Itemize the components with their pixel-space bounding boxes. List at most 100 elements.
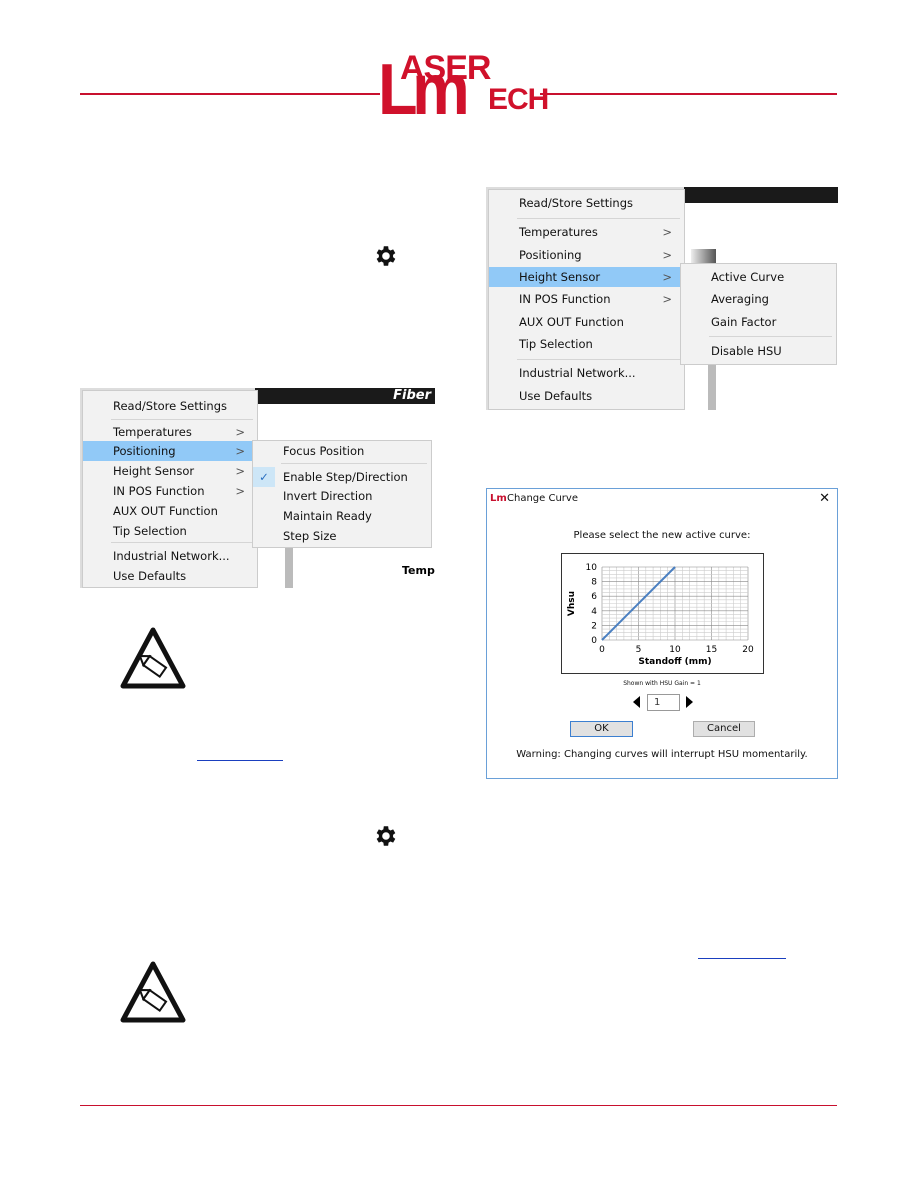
menu-item[interactable]: Industrial Network... [83,546,257,566]
x-tick-label: 15 [706,645,717,655]
menu-divider [517,359,680,360]
menu-divider [517,218,680,219]
menu-item-label: Step Size [283,529,337,543]
y-tick-label: 0 [591,636,597,646]
warning-pencil-icon [120,627,186,689]
menu-item-label: Maintain Ready [283,509,372,523]
menu-item[interactable]: IN POS Function > [83,481,257,501]
logo-top-text: ASER [400,49,491,87]
chevron-right-icon: > [235,425,245,439]
gear-icon [376,826,396,846]
menu-divider [709,336,832,337]
header-rule-left [80,93,380,95]
y-tick-label: 4 [591,607,597,617]
laser-mech-logo: Lm ASER ECH [378,49,549,138]
menu-item[interactable]: Invert Direction [253,486,431,506]
menu-item[interactable]: AUX OUT Function [83,501,257,521]
chevron-right-icon: > [662,225,672,239]
menu-item-label: Positioning [113,444,176,458]
menu-item-label: Temperatures [113,425,192,439]
menu-item[interactable]: Active Curve [681,267,836,287]
menu-divider [111,419,253,420]
menu-item[interactable]: Gain Factor [681,312,836,332]
y-tick-label: 8 [591,578,597,588]
menu-item-label: Use Defaults [113,569,187,583]
dialog-title: Change Curve [507,493,578,504]
hyperlink-underline[interactable] [197,760,283,761]
positioning-submenu: Focus Position Enable Step/Direction ✓ Inve… [252,440,432,548]
menu-item[interactable]: Use Defaults [489,386,684,406]
menu-item-label: Industrial Network... [519,366,636,380]
menu-item-label: AUX OUT Function [519,315,624,329]
height-sensor-submenu: Active Curve Averaging Gain Factor Disable … [680,263,837,365]
menu-item-label: Industrial Network... [113,549,230,563]
header-rule-right [540,93,837,95]
chevron-right-icon: > [235,464,245,478]
menu-item[interactable]: Step Size [253,526,431,546]
menu-item[interactable]: Positioning > [489,245,684,265]
menu-item[interactable]: Read/Store Settings [83,396,257,416]
chevron-right-icon: > [662,270,672,284]
menu-item[interactable]: Height Sensor > [83,461,257,481]
menu-item-label: Use Defaults [519,389,593,403]
chevron-right-icon: > [235,484,245,498]
menu-item[interactable]: Height Sensor > [489,267,684,287]
x-tick-label: 0 [599,645,605,655]
menu-item[interactable]: Tip Selection [83,521,257,541]
menu-item-label: Gain Factor [711,315,777,329]
menu-item-label: Enable Step/Direction [283,470,408,484]
chevron-right-icon: > [235,444,245,458]
menu-item[interactable]: Positioning > [83,441,257,461]
menu-item-label: Tip Selection [113,524,187,538]
menu-item[interactable]: Temperatures > [83,422,257,442]
gain-caption: Shown with HSU Gain = 1 [623,680,701,687]
menu-item[interactable]: Averaging [681,289,836,309]
y-tick-label: 2 [591,621,597,631]
menu-item[interactable]: Use Defaults [83,566,257,586]
menu-item[interactable]: AUX OUT Function [489,312,684,332]
menu-item-label: Read/Store Settings [519,196,633,210]
x-tick-label: 5 [636,645,642,655]
curve-chart: 0 5 10 15 20 0 2 4 6 8 10 Standoff (mm) Vhsu [561,553,764,674]
cancel-button[interactable]: Cancel [693,721,755,737]
menu-item[interactable]: Temperatures > [489,222,684,242]
menu-item[interactable]: Tip Selection [489,334,684,354]
height-sensor-menu-screenshot: Read/Store Settings Temperatures > Position… [486,187,838,410]
x-tick-label: 20 [742,645,754,655]
curve-number-field[interactable]: 1 [647,694,680,711]
positioning-menu-screenshot: Fiber Temp Read/Store Settings Temperatur… [80,388,435,588]
prev-curve-button[interactable] [633,696,640,708]
ok-button[interactable]: OK [570,721,633,737]
checkmark-icon: ✓ [253,467,275,487]
close-button[interactable]: ✕ [819,491,830,506]
menu-item-label: Height Sensor [519,270,601,284]
menu-item[interactable]: Focus Position [253,441,431,461]
menu-item-label: Averaging [711,292,769,306]
menu-item[interactable]: Disable HSU [681,341,836,361]
chevron-right-icon: > [662,292,672,306]
hyperlink-underline[interactable] [698,958,786,959]
menu-item[interactable]: Industrial Network... [489,363,684,383]
footer-rule [80,1105,837,1106]
context-menu: Read/Store Settings Temperatures > Position… [488,189,685,410]
menu-divider [281,463,427,464]
gear-icon [376,246,396,266]
app-header-bar: Fiber [255,388,435,404]
menu-item[interactable]: Enable Step/Direction ✓ [253,467,431,487]
next-curve-button[interactable] [686,696,693,708]
menu-item-label: Height Sensor [113,464,195,478]
menu-item-label: IN POS Function [113,484,205,498]
chevron-right-icon: > [662,248,672,262]
logo-bottom-text: ECH [488,83,549,116]
menu-item-label: Invert Direction [283,489,373,503]
menu-item-label: Disable HSU [711,344,782,358]
menu-item-label: Focus Position [283,444,365,458]
x-tick-label: 10 [669,645,681,655]
menu-item-label: IN POS Function [519,292,611,306]
menu-item[interactable]: Read/Store Settings [489,193,684,213]
menu-item[interactable]: Maintain Ready [253,506,431,526]
menu-item-label: AUX OUT Function [113,504,218,518]
menu-item[interactable]: IN POS Function > [489,289,684,309]
menu-item-label: Active Curve [711,270,785,284]
menu-item-label: Tip Selection [519,337,593,351]
